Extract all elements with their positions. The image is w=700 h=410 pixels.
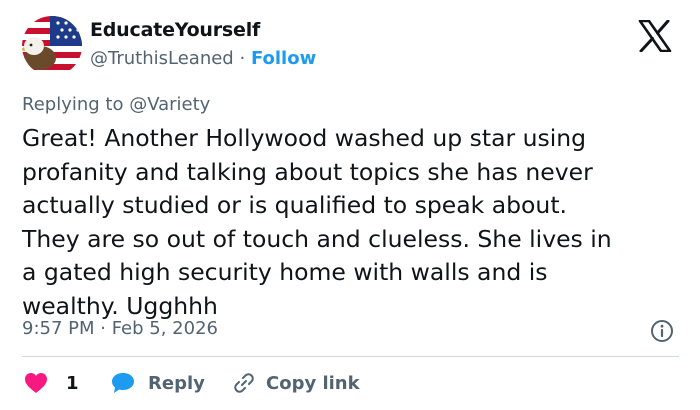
- action-bar: 1 Reply Copy link: [22, 368, 682, 398]
- heart-icon: [25, 373, 47, 393]
- reply-bubble-icon: [112, 373, 134, 393]
- info-icon[interactable]: [650, 319, 674, 343]
- reply-mention-link[interactable]: @Variety: [129, 94, 210, 115]
- like-button[interactable]: 1: [24, 368, 79, 398]
- tweet-card: EducateYourself @TruthisLeaned · Follow …: [0, 0, 700, 410]
- copy-link-button[interactable]: Copy link: [232, 368, 360, 398]
- copy-link-label: Copy link: [266, 372, 360, 394]
- tweet-timestamp[interactable]: 9:57 PM · Feb 5, 2026: [22, 318, 218, 339]
- avatar[interactable]: [22, 16, 82, 76]
- divider: [22, 356, 679, 357]
- reply-button[interactable]: Reply: [110, 368, 205, 398]
- separator-dot: ·: [239, 48, 246, 69]
- reply-label: Reply: [148, 372, 205, 394]
- handle-row: @TruthisLeaned · Follow: [90, 48, 316, 69]
- reply-context: Replying to @Variety: [22, 94, 210, 115]
- reply-prefix: Replying to: [22, 94, 130, 115]
- author-handle[interactable]: @TruthisLeaned: [90, 48, 234, 69]
- x-logo-icon[interactable]: [638, 20, 672, 52]
- link-icon: [234, 373, 254, 393]
- author-name[interactable]: EducateYourself: [90, 19, 260, 41]
- tweet-text: Great! Another Hollywood washed up star …: [22, 124, 612, 320]
- like-count: 1: [66, 372, 79, 394]
- follow-button[interactable]: Follow: [251, 48, 316, 69]
